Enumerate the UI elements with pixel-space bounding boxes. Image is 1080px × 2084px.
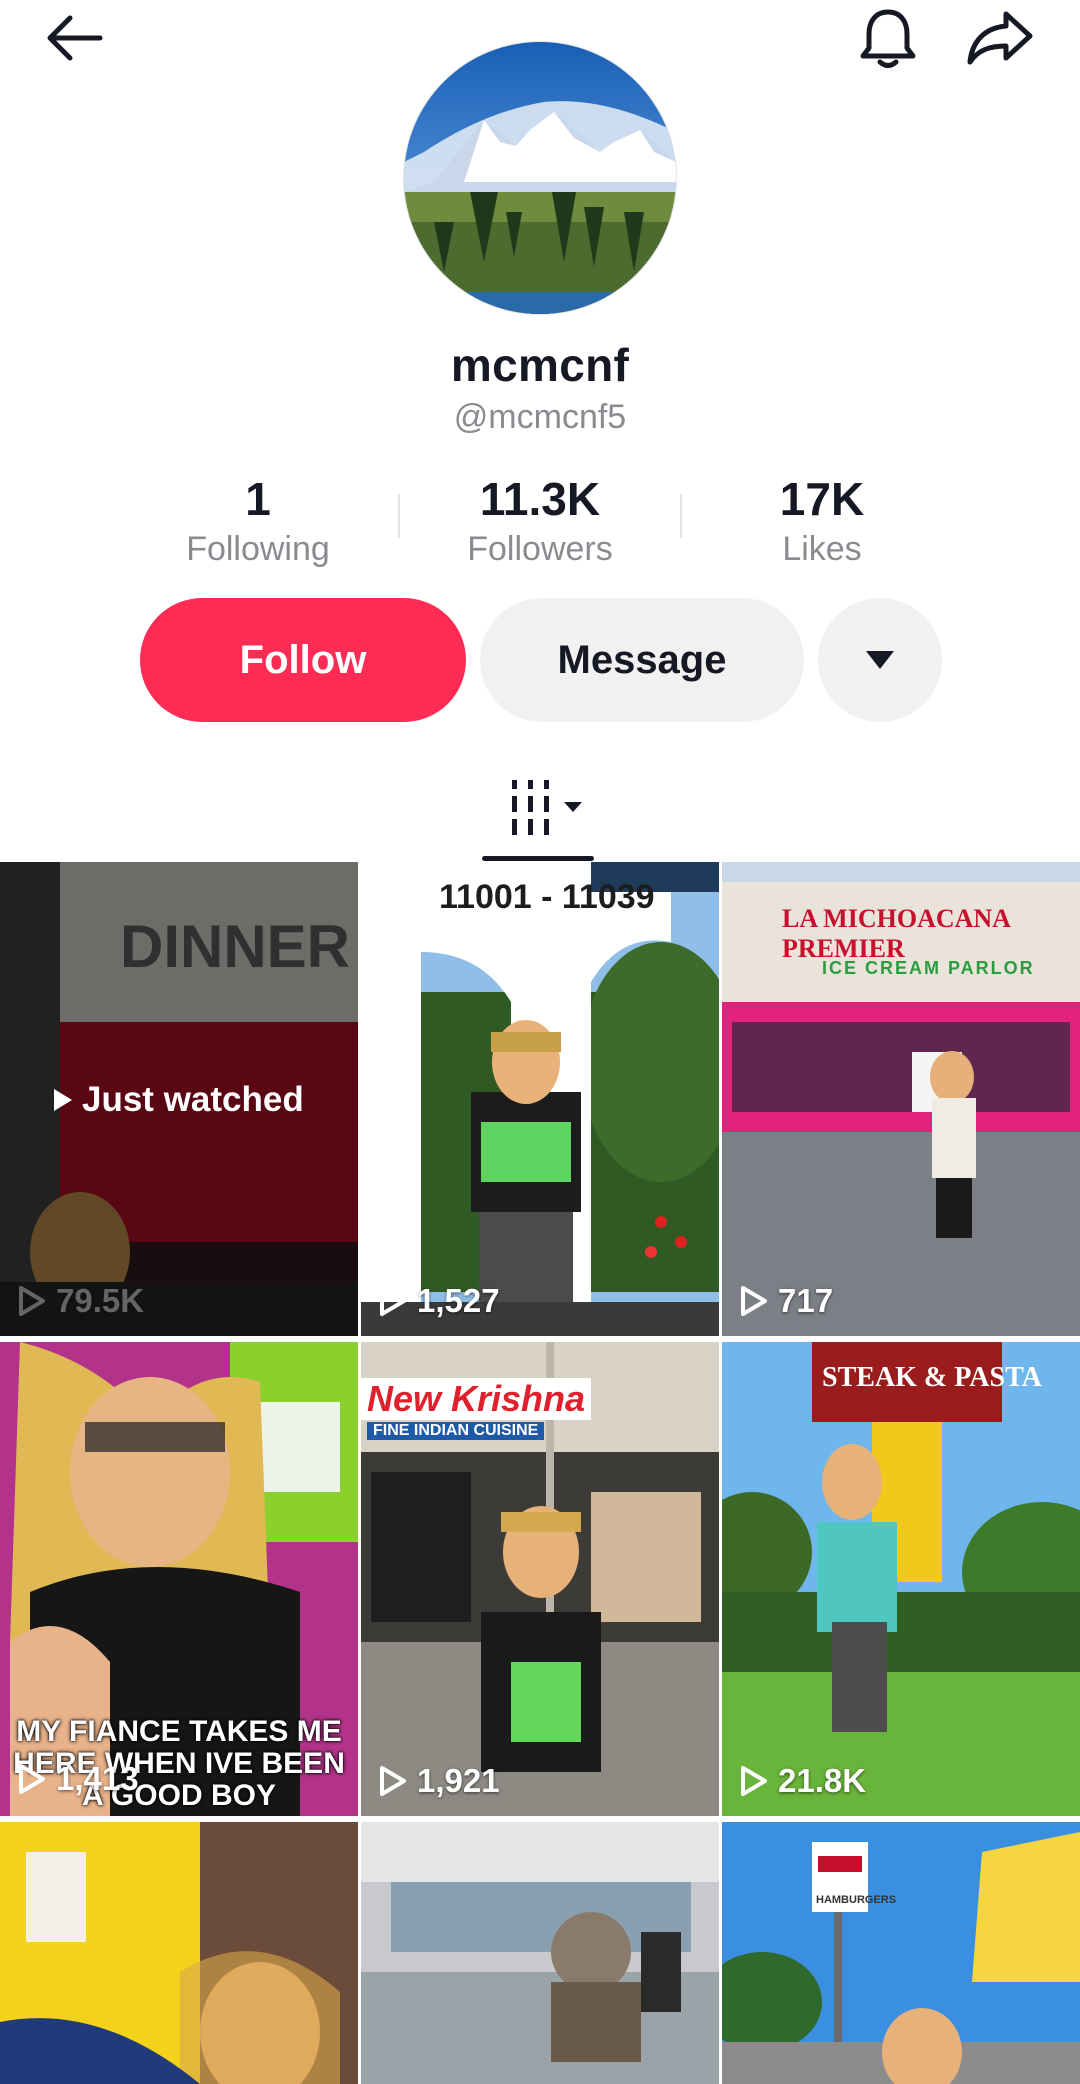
followers-count: 11.3K <box>479 473 601 525</box>
followers-label: Followers <box>467 530 613 568</box>
display-name: mcmcnf <box>450 339 630 391</box>
notifications-button[interactable] <box>852 4 924 72</box>
video-tile[interactable]: New Krishna FINE INDIAN CUISINE 1,921 <box>361 1342 719 1816</box>
view-count: 1,527 <box>379 1282 500 1320</box>
sign-text: 11001 - 11039 <box>439 878 655 916</box>
more-options-button[interactable] <box>818 598 942 722</box>
play-icon <box>19 1764 45 1794</box>
likes-count: 17K <box>779 473 865 525</box>
sign-text: DINNER <box>120 913 351 980</box>
share-button[interactable] <box>962 6 1038 70</box>
view-count: 79.5K <box>18 1282 144 1320</box>
sign-text: New Krishna <box>361 1378 592 1420</box>
following-count: 1 <box>245 473 271 525</box>
avatar[interactable] <box>404 42 676 314</box>
sign-subtext: FINE INDIAN CUISINE <box>367 1422 545 1440</box>
video-thumbnail <box>722 1822 1080 2084</box>
avatar-landscape-image <box>404 42 676 314</box>
video-thumbnail <box>361 1822 719 2084</box>
video-tile[interactable]: DINNER Just watched 79.5K <box>0 862 358 1336</box>
view-count: 717 <box>740 1282 833 1320</box>
followers-stat[interactable]: 11.3K Followers <box>390 472 690 569</box>
video-thumbnail <box>722 1342 1080 1816</box>
play-icon <box>380 1286 406 1316</box>
video-grid-icon <box>512 780 582 835</box>
play-icon <box>741 1766 767 1796</box>
video-tile[interactable]: MY FIANCE TAKES ME HERE WHEN IVE BEEN A … <box>0 1342 358 1816</box>
username-handle: @mcmcnf5 <box>453 398 627 436</box>
likes-stat[interactable]: 17K Likes <box>672 472 972 569</box>
follow-button[interactable]: Follow <box>140 598 466 722</box>
play-icon <box>19 1286 45 1316</box>
sign-text: LA MICHOACANA PREMIER <box>782 904 1010 963</box>
arrow-left-icon <box>47 15 103 61</box>
view-count-value: 1,527 <box>417 1282 500 1319</box>
bell-icon <box>860 9 916 68</box>
view-count: 1,413 <box>18 1760 139 1798</box>
just-watched-badge: Just watched <box>52 1080 304 1120</box>
video-tile[interactable]: LA MICHOACANA PREMIER ICE CREAM PARLOR 7… <box>722 862 1080 1336</box>
play-icon <box>380 1766 406 1796</box>
active-tab-indicator <box>482 856 594 861</box>
sign-text: STEAK & PASTA <box>822 1362 1042 1393</box>
view-count-value: 79.5K <box>56 1282 145 1319</box>
view-count-value: 717 <box>778 1282 834 1319</box>
video-tile[interactable]: 11001 - 11039 1,527 <box>361 862 719 1336</box>
following-label: Following <box>186 530 330 568</box>
view-count-value: 21.8K <box>778 1762 867 1799</box>
video-tile[interactable] <box>361 1822 719 2084</box>
caret-down-icon <box>866 651 894 669</box>
sign-text: HAMBURGERS <box>816 1894 897 1906</box>
share-arrow-icon <box>967 11 1033 65</box>
tab-videos[interactable] <box>508 776 588 840</box>
play-triangle-icon <box>54 1089 72 1111</box>
back-button[interactable] <box>38 8 110 68</box>
video-thumbnail <box>361 862 719 1336</box>
profile-stats: 1 Following 11.3K Followers 17K Likes <box>0 472 1080 572</box>
video-tile[interactable]: HAMBURGERS <box>722 1822 1080 2084</box>
message-button[interactable]: Message <box>480 598 804 722</box>
likes-label: Likes <box>782 530 862 568</box>
just-watched-label: Just watched <box>82 1080 304 1119</box>
view-count-value: 1,921 <box>417 1762 500 1799</box>
following-stat[interactable]: 1 Following <box>108 472 408 569</box>
video-tile[interactable]: STEAK & PASTA 21.8K <box>722 1342 1080 1816</box>
play-icon <box>741 1286 767 1316</box>
video-thumbnail <box>0 1822 358 2084</box>
view-count: 21.8K <box>740 1762 866 1800</box>
sign-subtext: ICE CREAM PARLOR <box>822 958 1035 978</box>
view-count: 1,921 <box>379 1762 500 1800</box>
view-count-value: 1,413 <box>56 1760 139 1797</box>
content-tab-bar <box>0 764 1080 864</box>
video-tile[interactable] <box>0 1822 358 2084</box>
